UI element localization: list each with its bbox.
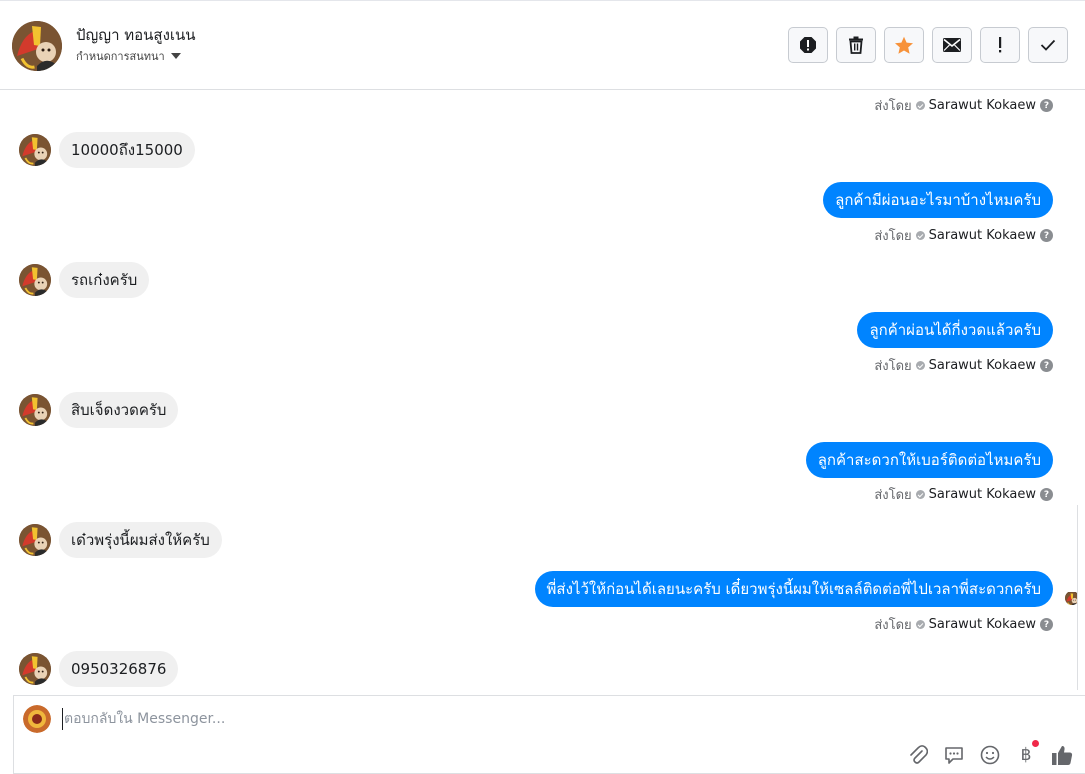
- conversation-settings-dropdown[interactable]: กำหนดการสนทนา: [76, 47, 181, 65]
- mark-unread-button[interactable]: [932, 27, 972, 63]
- help-icon[interactable]: ?: [1040, 359, 1053, 372]
- message-row-incoming: สิบเจ็ดงวดครับ: [19, 392, 179, 428]
- page-avatar: [23, 705, 51, 733]
- agent-name[interactable]: Sarawut Kokaew: [929, 617, 1036, 632]
- baht-symbol: ฿: [1020, 745, 1032, 765]
- incoming-message-bubble[interactable]: 10000ถึง15000: [59, 132, 195, 168]
- sent-by-label: ส่งโดย: [874, 359, 912, 374]
- help-icon[interactable]: ?: [1040, 618, 1053, 631]
- sent-by-label: ส่งโดย: [874, 488, 912, 503]
- message-row-incoming: รถเก๋งครับ: [19, 262, 150, 298]
- important-button[interactable]: [980, 27, 1020, 63]
- agent-name[interactable]: Sarawut Kokaew: [929, 228, 1036, 243]
- verified-dot-icon: [915, 620, 925, 629]
- help-icon[interactable]: ?: [1040, 99, 1053, 112]
- toolbar: [788, 27, 1068, 63]
- trash-icon: [848, 36, 864, 54]
- sender-avatar: [19, 394, 51, 426]
- contact-name[interactable]: ปัญญา ทอนสูงเนน: [76, 23, 196, 47]
- star-icon: [894, 36, 914, 55]
- composer-actions: ฿: [907, 740, 1073, 766]
- sent-by-line: ส่งโดย Sarawut Kokaew ?: [874, 225, 1053, 246]
- done-button[interactable]: [1028, 27, 1068, 63]
- saved-replies-icon[interactable]: [943, 744, 965, 766]
- side-panel-edge: [1077, 505, 1085, 690]
- mail-icon: [943, 38, 961, 52]
- sent-by-line: ส่งโดย Sarawut Kokaew ?: [874, 614, 1053, 635]
- outgoing-message-bubble[interactable]: ลูกค้ามีผ่อนอะไรมาบ้างไหมครับ: [823, 182, 1053, 218]
- sent-by-label: ส่งโดย: [874, 99, 912, 114]
- attach-icon[interactable]: [907, 744, 929, 766]
- notification-dot: [1032, 740, 1039, 747]
- sender-avatar: [19, 134, 51, 166]
- reply-input[interactable]: [62, 708, 762, 730]
- exclamation-icon: [997, 36, 1003, 54]
- verified-dot-icon: [915, 490, 925, 499]
- check-icon: [1040, 39, 1056, 51]
- report-button[interactable]: [788, 27, 828, 63]
- sender-avatar: [19, 524, 51, 556]
- like-icon[interactable]: [1051, 744, 1073, 766]
- verified-dot-icon: [915, 101, 925, 110]
- sender-avatar: [19, 653, 51, 685]
- contact-avatar[interactable]: [12, 21, 62, 71]
- sent-by-line: ส่งโดย Sarawut Kokaew ?: [874, 484, 1053, 505]
- message-thread[interactable]: ส่งโดย Sarawut Kokaew ? 10000ถึง15000 ลู…: [0, 91, 1085, 691]
- sent-by-line: ส่งโดย Sarawut Kokaew ?: [874, 355, 1053, 376]
- delete-button[interactable]: [836, 27, 876, 63]
- baht-payment-icon[interactable]: ฿: [1015, 740, 1039, 766]
- caret-down-icon: [170, 53, 181, 59]
- help-icon[interactable]: ?: [1040, 488, 1053, 501]
- incoming-message-bubble[interactable]: สิบเจ็ดงวดครับ: [59, 392, 179, 428]
- sent-by-label: ส่งโดย: [874, 618, 912, 633]
- outgoing-message-bubble[interactable]: ลูกค้าผ่อนได้กี่งวดแล้วครับ: [857, 312, 1053, 348]
- incoming-message-bubble[interactable]: เด๋วพรุ่งนี้ผมส่งให้ครับ: [59, 522, 222, 558]
- verified-dot-icon: [915, 231, 925, 240]
- sender-avatar: [19, 264, 51, 296]
- message-row-incoming: 10000ถึง15000: [19, 132, 195, 168]
- message-row-incoming: เด๋วพรุ่งนี้ผมส่งให้ครับ: [19, 522, 222, 558]
- message-row-incoming: 0950326876: [19, 651, 179, 687]
- outgoing-message-bubble[interactable]: ลูกค้าสะดวกให้เบอร์ติดต่อไหมครับ: [805, 442, 1053, 478]
- agent-name[interactable]: Sarawut Kokaew: [929, 487, 1036, 502]
- agent-name[interactable]: Sarawut Kokaew: [929, 358, 1036, 373]
- report-icon: [799, 36, 817, 54]
- sent-by-line: ส่งโดย Sarawut Kokaew ?: [874, 95, 1053, 116]
- outgoing-message-bubble[interactable]: พี่ส่งไว้ให้ก่อนได้เลยนะครับ เดี๋ยวพรุ่ง…: [534, 571, 1053, 607]
- incoming-message-bubble[interactable]: 0950326876: [59, 651, 179, 687]
- verified-dot-icon: [915, 361, 925, 370]
- conversation-settings-label: กำหนดการสนทนา: [76, 50, 165, 63]
- incoming-message-bubble[interactable]: รถเก๋งครับ: [59, 262, 150, 298]
- help-icon[interactable]: ?: [1040, 229, 1053, 242]
- conversation-header: ปัญญา ทอนสูงเนน กำหนดการสนทนา: [0, 0, 1085, 90]
- star-button[interactable]: [884, 27, 924, 63]
- sent-by-label: ส่งโดย: [874, 229, 912, 244]
- agent-name[interactable]: Sarawut Kokaew: [929, 98, 1036, 113]
- emoji-icon[interactable]: [979, 744, 1001, 766]
- reply-composer: ฿: [13, 695, 1085, 774]
